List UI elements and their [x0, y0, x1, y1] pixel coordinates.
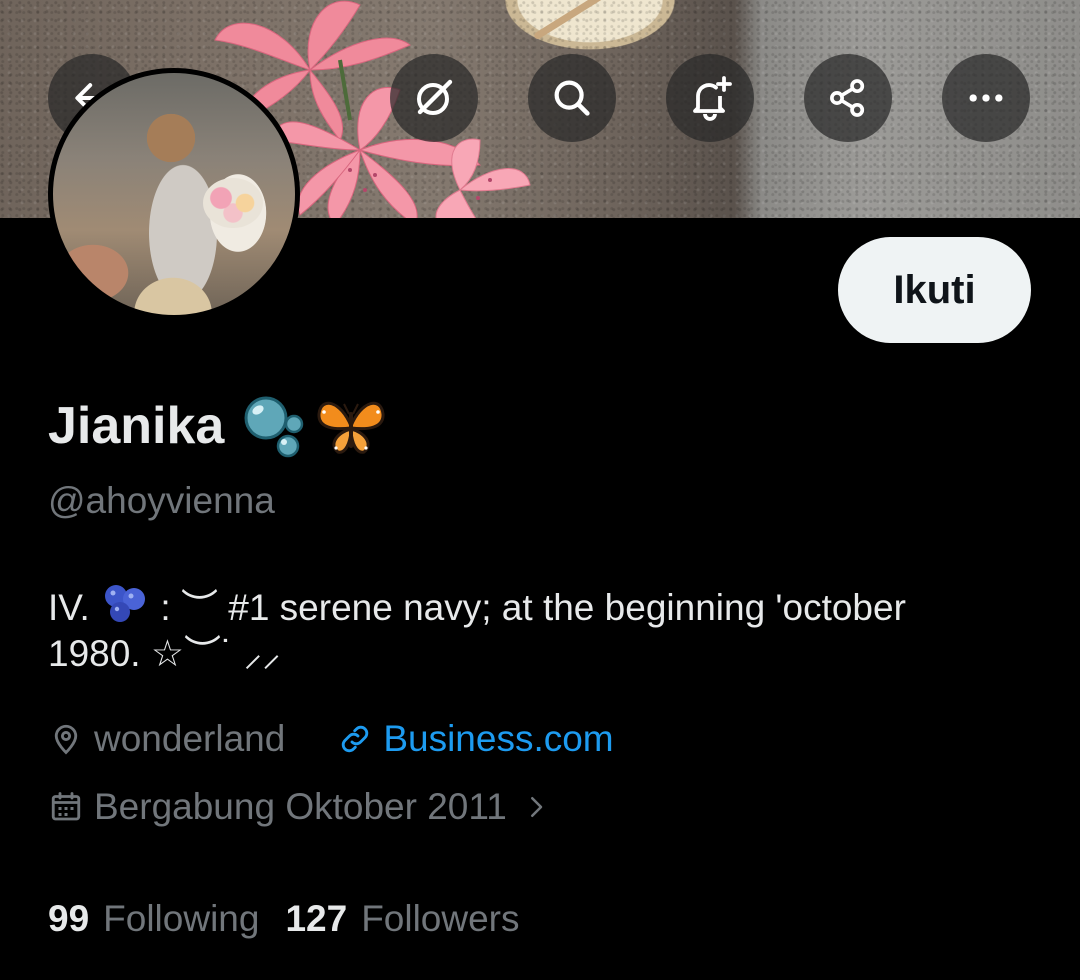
followers-count: 127 — [285, 898, 348, 939]
follow-stats: 99 Following 127 Followers — [48, 898, 546, 940]
avatar[interactable] — [48, 68, 300, 320]
butterfly-icon — [317, 401, 385, 454]
bio: IV. : ︶ #1 serene navy; at the beginning… — [48, 582, 1038, 677]
calendar-icon — [51, 792, 81, 821]
share-button[interactable] — [804, 54, 892, 142]
bell-plus-icon — [693, 76, 732, 121]
blueberries-icon — [105, 585, 146, 622]
name-emojis — [242, 394, 386, 458]
link-icon — [342, 725, 369, 753]
location: wonderland — [48, 718, 285, 760]
website-link[interactable]: Business.com — [383, 718, 613, 760]
more-dots-icon — [969, 94, 1003, 102]
joined-date[interactable]: Bergabung Oktober 2011 — [48, 786, 561, 828]
bubbles-icon — [244, 396, 304, 458]
follow-button[interactable]: Ikuti — [838, 237, 1031, 343]
website[interactable]: Business.com — [337, 718, 614, 760]
location-text: wonderland — [94, 718, 286, 759]
bio-prefix: IV. — [48, 587, 90, 628]
following-stat[interactable]: 99 Following — [48, 898, 259, 940]
grok-button[interactable] — [390, 54, 478, 142]
profile-meta-row: wonderland Business.com — [48, 718, 614, 760]
joined-text: Bergabung Oktober 2011 — [94, 786, 507, 827]
location-pin-icon — [54, 724, 78, 755]
chevron-right-icon — [530, 797, 543, 817]
search-icon — [554, 80, 590, 116]
profile-page: Ikuti Jianika @ahoyvienna IV.: ︶ #1 ser… — [0, 0, 1080, 980]
joined-row[interactable]: Bergabung Oktober 2011 — [48, 786, 561, 828]
bio-rest: : ︶ #1 serene navy; at the beginning 'oc… — [160, 587, 906, 628]
search-button[interactable] — [528, 54, 616, 142]
more-button[interactable] — [942, 54, 1030, 142]
bio-line-2: 1980. ☆︶˙ ⸝⸝ — [48, 633, 281, 674]
handle: @ahoyvienna — [48, 480, 275, 521]
share-icon — [830, 79, 865, 117]
followers-stat[interactable]: 127 Followers — [285, 898, 519, 940]
following-count: 99 — [48, 898, 90, 939]
display-name: Jianika — [48, 394, 386, 458]
bio-line-1: IV. : ︶ #1 serene navy; at the beginning… — [48, 582, 1038, 631]
followers-label: Followers — [361, 898, 520, 939]
following-label: Following — [103, 898, 260, 939]
grok-icon — [417, 79, 453, 115]
display-name-text: Jianika — [48, 397, 225, 455]
notify-button[interactable] — [666, 54, 754, 142]
avatar-bouquet — [203, 178, 263, 228]
